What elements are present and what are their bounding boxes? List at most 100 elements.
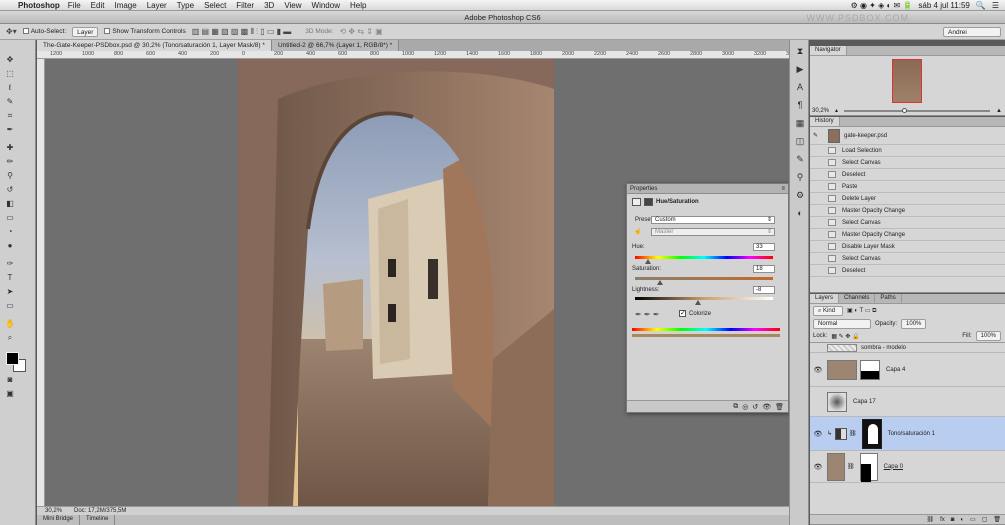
actions-icon[interactable]: ▶ (791, 62, 809, 76)
fill-input[interactable]: 100% (975, 331, 1001, 341)
visibility-icon[interactable]: 👁 (762, 403, 771, 411)
paragraph-icon[interactable]: ¶ (791, 98, 809, 112)
pen-tool-icon[interactable]: ✑ (3, 258, 17, 270)
menu-file[interactable]: File (68, 1, 81, 10)
layer-mask-thumb[interactable] (861, 418, 882, 449)
filter-icons[interactable]: ▣ ◐ T ▭ ⧉ (847, 307, 876, 315)
history-item[interactable]: Deselect (810, 169, 1005, 181)
mask-icon[interactable] (644, 198, 653, 206)
move-tool-icon[interactable]: ✥ (3, 54, 17, 66)
target-adjust-icon[interactable]: ☝ (634, 228, 641, 235)
history-item[interactable]: Deselect (810, 265, 1005, 277)
layer-mask-thumb[interactable] (859, 452, 878, 482)
gradient-tool-icon[interactable]: ▭ (3, 212, 17, 224)
hue-knob[interactable] (645, 259, 651, 264)
layer-name[interactable]: Capa 0 (884, 464, 903, 470)
add-mask-icon[interactable]: ◙ (951, 517, 955, 523)
adjustments-icon[interactable]: ◐ (791, 206, 809, 220)
lasso-tool-icon[interactable]: ℓ (3, 82, 17, 94)
new-group-icon[interactable]: ▭ (970, 516, 976, 523)
visibility-icon[interactable]: 👁 (813, 430, 823, 438)
lock-icons[interactable]: ▦ ✎ ✥ 🔒 (831, 333, 859, 340)
menu-filter[interactable]: Filter (236, 1, 254, 10)
list-icon[interactable]: ☰ (992, 1, 999, 10)
saturation-knob[interactable] (657, 280, 663, 285)
layer-row-selected[interactable]: 👁 ↳ ⛓ Tono/saturación 1 (810, 417, 1005, 451)
history-item[interactable]: Master Opacity Change (810, 229, 1005, 241)
reset-icon[interactable]: ↺ (752, 403, 758, 411)
history-brush-icon[interactable]: ↺ (3, 184, 17, 196)
eyedropper-icons[interactable]: ✒ ✒ ✒ (635, 310, 660, 319)
layer-name[interactable]: Tono/saturación 1 (888, 431, 935, 437)
align-icons[interactable]: ▥ ▤ ▦ ▧ ▨ ▩ ⫴ ⫶ ▯ ▭ ▮ ▬ (192, 27, 292, 37)
history-item[interactable]: Disable Layer Mask (810, 241, 1005, 253)
tab-paths[interactable]: Paths (875, 294, 902, 303)
layer-mask-thumb[interactable] (860, 359, 880, 380)
shape-tool-icon[interactable]: ▭ (3, 300, 17, 312)
zoom-slider[interactable] (844, 107, 991, 113)
clone-source-icon[interactable]: ⚲ (791, 170, 809, 184)
fx-icon[interactable]: fx (940, 517, 945, 523)
layer-row[interactable]: 👁 Capa 4 (810, 353, 1005, 387)
saturation-slider[interactable] (635, 277, 773, 280)
tab-untitled-2[interactable]: Untitled-2 @ 66,7% (Layer 1, RGB/8*) * (271, 40, 400, 51)
visibility-icon[interactable]: 👁 (813, 366, 823, 374)
opacity-input[interactable]: 100% (901, 318, 927, 329)
history-item[interactable]: Load Selection (810, 145, 1005, 157)
layer-row[interactable]: Capa 17 (810, 387, 1005, 417)
tab-channels[interactable]: Channels (839, 294, 876, 303)
link-icon[interactable]: ⛓ (847, 463, 855, 470)
blur-tool-icon[interactable]: ◔ (3, 226, 17, 238)
healing-brush-icon[interactable]: ✚ (3, 142, 17, 154)
zoom-tool-icon[interactable]: ⌕ (3, 332, 17, 344)
color-swatches[interactable] (0, 350, 35, 374)
auto-select-dropdown[interactable]: Layer (72, 26, 99, 37)
history-item[interactable]: Select Canvas (810, 217, 1005, 229)
dodge-tool-icon[interactable]: ● (3, 240, 17, 252)
visibility-icon[interactable]: 👁 (813, 463, 823, 471)
navigator-zoom[interactable]: 30,2% (812, 108, 829, 114)
menu-type[interactable]: Type (177, 1, 194, 10)
document-image[interactable] (238, 59, 554, 506)
tab-mini-bridge[interactable]: Mini Bridge (37, 515, 81, 525)
history-item[interactable]: Select Canvas (810, 157, 1005, 169)
eyedropper-icon[interactable]: ✒ (3, 124, 17, 136)
auto-select-checkbox[interactable]: Auto-Select: (22, 28, 66, 35)
saturation-input[interactable]: 18 (753, 265, 775, 273)
history-item[interactable]: Delete Layer (810, 193, 1005, 205)
type-tool-icon[interactable]: T (3, 272, 17, 284)
channel-dropdown[interactable]: Master ⇕ (651, 228, 775, 236)
navigator-thumbnail[interactable] (892, 59, 922, 103)
zoom-in-icon[interactable]: ▲ (996, 108, 1002, 114)
link-icon[interactable]: ⛓ (849, 430, 857, 437)
brush-tool-icon[interactable]: ✏ (3, 156, 17, 168)
new-adjustment-icon[interactable]: ◐ (960, 517, 964, 523)
brush-presets-icon[interactable]: ✎ (791, 152, 809, 166)
marquee-tool-icon[interactable]: ⬚ (3, 68, 17, 80)
tab-history[interactable]: History (810, 117, 840, 126)
history-snapshot[interactable]: ✎ gate-keeper.psd (810, 127, 1005, 145)
doc-size[interactable]: Doc: 17,2M/375,5M (74, 508, 126, 514)
tab-gate-keeper[interactable]: The-Gate-Keeper-PSDbox.psd @ 30,2% (Tono… (37, 40, 272, 51)
history-brush-icon[interactable]: ✎ (813, 132, 818, 139)
tab-layers[interactable]: Layers (810, 294, 840, 303)
3d-mode-icons[interactable]: ⟲ ✥ ⇆ ⇕ ▣ (339, 27, 382, 36)
menu-view[interactable]: View (284, 1, 301, 10)
tab-navigator[interactable]: Navigator (810, 46, 847, 55)
panel-menu-icon[interactable]: ≡ (781, 186, 785, 192)
properties-header[interactable]: Properties ≡ (627, 184, 788, 194)
search-icon[interactable]: 🔍 (976, 1, 986, 10)
move-tool-icon[interactable]: ✥▾ (6, 27, 17, 36)
menu-image[interactable]: Image (114, 1, 136, 10)
menu-layer[interactable]: Layer (147, 1, 167, 10)
trash-icon[interactable]: 🗑 (775, 403, 784, 411)
colorize-checkbox[interactable]: ✓ (679, 310, 686, 317)
link-layers-icon[interactable]: ⛓ (926, 516, 934, 523)
lightness-knob[interactable] (695, 300, 701, 305)
swatches-icon[interactable]: ▦ (791, 116, 809, 130)
menu-3d[interactable]: 3D (264, 1, 274, 10)
app-menu[interactable]: Photoshop (18, 1, 60, 10)
zoom-level[interactable]: 30,2% (45, 508, 62, 514)
hue-slider[interactable] (635, 256, 773, 259)
history-item[interactable]: Master Opacity Change (810, 205, 1005, 217)
